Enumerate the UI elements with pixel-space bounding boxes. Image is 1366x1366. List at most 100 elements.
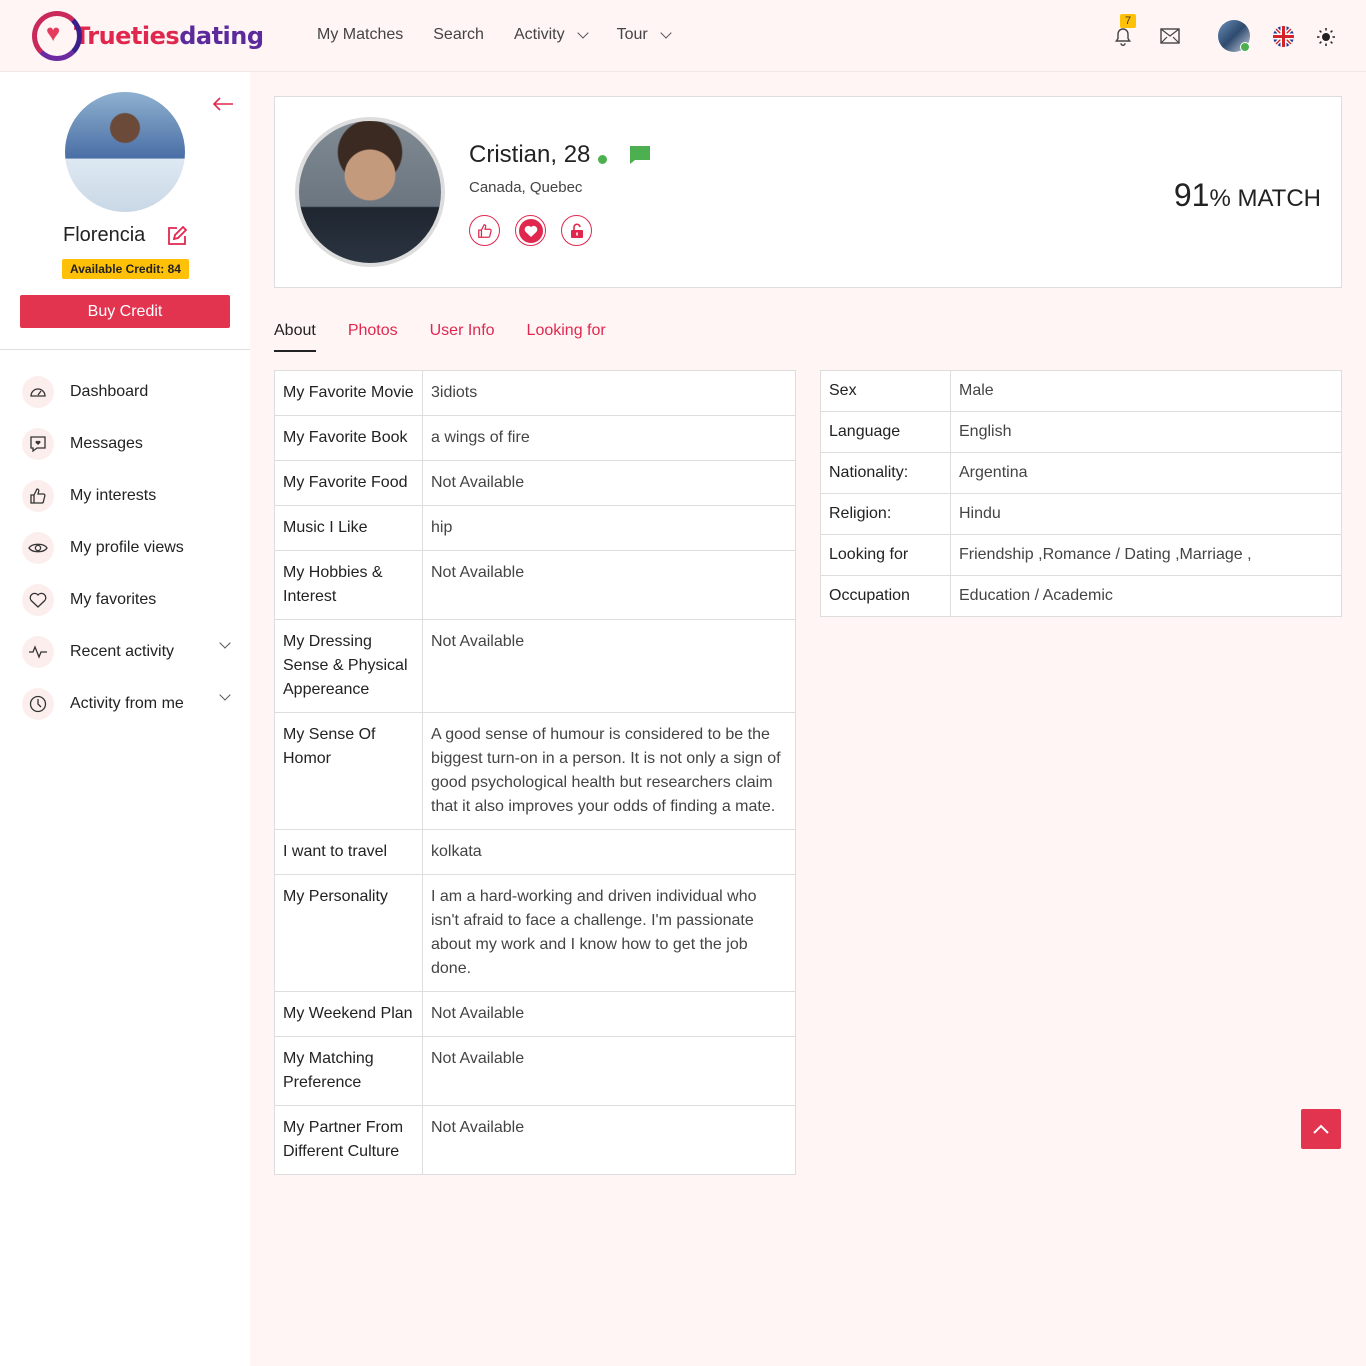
profile-card: Cristian, 28 Canada, Quebec 91% MATCH [274, 96, 1342, 288]
edit-profile-icon[interactable] [167, 226, 187, 246]
nav-tour[interactable]: Tour [617, 26, 672, 44]
about-key: My Matching Preference [274, 1036, 423, 1106]
table-row: My Weekend Plan Not Available [274, 991, 796, 1037]
mail-icon[interactable] [1160, 28, 1180, 44]
table-row: My Personality I am a hard-working and dr… [274, 874, 796, 992]
info-key: Nationality: [820, 452, 951, 494]
clock-icon [22, 688, 54, 720]
uk-flag-icon[interactable] [1273, 26, 1294, 47]
notification-badge: 7 [1120, 14, 1137, 28]
table-row: My Favorite Book a wings of fire [274, 415, 796, 461]
like-button[interactable] [469, 215, 500, 246]
tab-photos[interactable]: Photos [348, 322, 398, 352]
heart-icon [22, 584, 54, 616]
scroll-to-top-button[interactable] [1301, 1109, 1341, 1149]
about-value: Not Available [422, 460, 796, 506]
info-value: Male [950, 370, 1342, 412]
sidebar: Florencia Available Credit: 84 Buy Credi… [0, 72, 250, 1366]
about-key: My Sense Of Homor [274, 712, 423, 830]
nav-search[interactable]: Search [433, 26, 484, 44]
table-row: My Partner From Different Culture Not Ava… [274, 1105, 796, 1175]
about-value: Not Available [422, 1105, 796, 1175]
info-value: Friendship ,Romance / Dating ,Marriage , [950, 534, 1342, 576]
table-row: My Favorite Movie 3idiots [274, 370, 796, 416]
sidebar-item-dashboard[interactable]: Dashboard [22, 366, 237, 418]
profile-actions [469, 215, 607, 246]
tab-about[interactable]: About [274, 322, 316, 352]
brand-logo[interactable]: Truetiesdating [32, 8, 264, 64]
online-status-dot [1240, 42, 1250, 52]
buy-credit-button[interactable]: Buy Credit [20, 295, 230, 328]
sidebar-item-messages[interactable]: Messages [22, 418, 237, 470]
table-row: My Dressing Sense & Physical Appereance N… [274, 619, 796, 713]
thumbs-up-icon [22, 480, 54, 512]
sidebar-divider [0, 349, 250, 350]
about-value: 3idiots [422, 370, 796, 416]
table-row: Religion: Hindu [820, 493, 1342, 535]
about-value: Not Available [422, 1036, 796, 1106]
chat-icon[interactable] [629, 145, 651, 165]
table-row: Looking for Friendship ,Romance / Dating … [820, 534, 1342, 576]
table-row: I want to travel kolkata [274, 829, 796, 875]
about-key: Music I Like [274, 505, 423, 551]
top-header: Truetiesdating My Matches Search Activit… [0, 0, 1366, 72]
brand-part2: dating [179, 22, 264, 50]
match-avatar[interactable] [295, 117, 445, 267]
profile-tabs: About Photos User Info Looking for [274, 322, 638, 352]
favorite-button[interactable] [515, 215, 546, 246]
chevron-down-icon [660, 26, 672, 39]
info-key: Language [820, 411, 951, 453]
user-info-table: Sex Male Language English Nationality: Arge… [820, 370, 1342, 617]
sidebar-item-my-favorites[interactable]: My favorites [22, 574, 237, 626]
about-table: My Favorite Movie 3idiots My Favorite Boo… [274, 370, 796, 1175]
unlock-button[interactable] [561, 215, 592, 246]
brand-part1: Trueties [74, 22, 180, 50]
about-value: hip [422, 505, 796, 551]
online-status-dot [598, 155, 607, 164]
profile-avatar[interactable] [65, 92, 185, 212]
dashboard-icon [22, 376, 54, 408]
tab-looking-for[interactable]: Looking for [527, 322, 606, 352]
info-key: Religion: [820, 493, 951, 535]
table-row: Language English [820, 411, 1342, 453]
chevron-down-icon[interactable] [219, 689, 231, 701]
info-value: Hindu [950, 493, 1342, 535]
about-value: I am a hard-working and driven individua… [422, 874, 796, 992]
top-nav: My Matches Search Activity Tour [317, 26, 700, 44]
match-location: Canada, Quebec [469, 179, 583, 196]
eye-icon [22, 532, 54, 564]
about-value: kolkata [422, 829, 796, 875]
activity-icon [22, 636, 54, 668]
info-value: Argentina [950, 452, 1342, 494]
table-row: Occupation Education / Academic [820, 575, 1342, 617]
tab-user-info[interactable]: User Info [430, 322, 495, 352]
about-value: a wings of fire [422, 415, 796, 461]
logo-heart-icon [32, 11, 82, 61]
thumbs-up-icon [477, 223, 492, 238]
sidebar-menu: Dashboard Messages My interests My profi… [22, 366, 237, 730]
table-row: Music I Like hip [274, 505, 796, 551]
about-key: My Favorite Food [274, 460, 423, 506]
heart-icon [518, 218, 543, 243]
bell-icon[interactable] [1113, 27, 1133, 47]
match-percent: 91 [1173, 177, 1210, 213]
table-row: Nationality: Argentina [820, 452, 1342, 494]
sidebar-item-my-profile-views[interactable]: My profile views [22, 522, 237, 574]
info-value: Education / Academic [950, 575, 1342, 617]
nav-activity[interactable]: Activity [514, 26, 589, 44]
about-value: Not Available [422, 550, 796, 620]
nav-my-matches[interactable]: My Matches [317, 26, 403, 44]
collapse-sidebar-arrow-icon[interactable] [212, 96, 234, 112]
sidebar-item-my-interests[interactable]: My interests [22, 470, 237, 522]
about-key: I want to travel [274, 829, 423, 875]
chevron-down-icon[interactable] [219, 637, 231, 649]
about-value: Not Available [422, 619, 796, 713]
match-score: 91% MATCH [1174, 177, 1321, 214]
theme-toggle-sun-icon[interactable] [1317, 28, 1335, 46]
about-key: My Hobbies & Interest [274, 550, 423, 620]
table-row: Sex Male [820, 370, 1342, 412]
info-value: English [950, 411, 1342, 453]
sidebar-item-recent-activity[interactable]: Recent activity [22, 626, 237, 678]
sidebar-item-activity-from-me[interactable]: Activity from me [22, 678, 237, 730]
info-key: Sex [820, 370, 951, 412]
